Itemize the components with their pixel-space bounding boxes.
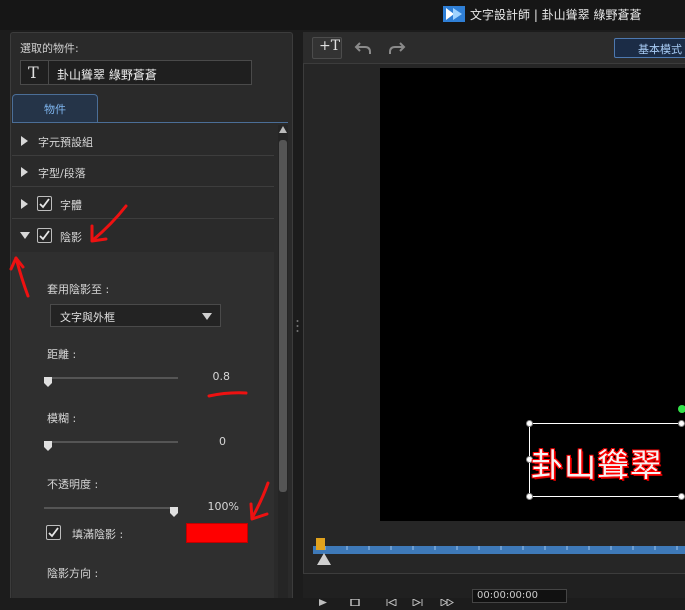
section-label: 字型/段落 xyxy=(38,167,86,180)
rotate-handle[interactable] xyxy=(678,405,685,413)
chevron-down-icon[interactable] xyxy=(202,313,212,320)
section-char-presets[interactable]: 字元預設組 xyxy=(12,125,274,156)
field-divider xyxy=(48,61,49,84)
panel-splitter-handle[interactable] xyxy=(296,318,299,334)
fast-forward-icon[interactable] xyxy=(440,591,454,610)
opacity-label: 不透明度 : xyxy=(47,478,99,491)
section-font-face[interactable]: 字體 xyxy=(12,188,274,219)
playhead-icon[interactable] xyxy=(317,553,331,565)
previous-frame-icon[interactable] xyxy=(385,591,397,610)
font-face-checkbox[interactable] xyxy=(37,196,52,211)
shadow-direction-label: 陰影方向 : xyxy=(47,567,99,580)
opacity-slider-thumb[interactable] xyxy=(170,502,178,517)
play-icon[interactable] xyxy=(318,591,328,610)
app-logo-icon xyxy=(443,6,465,22)
fill-shadow-checkbox[interactable] xyxy=(46,525,61,540)
scrollbar-thumb[interactable] xyxy=(279,140,287,492)
section-font-paragraph[interactable]: 字型/段落 xyxy=(12,156,274,187)
timeline-ticks xyxy=(324,546,678,550)
expand-arrow-icon[interactable] xyxy=(21,199,28,209)
shadow-checkbox[interactable] xyxy=(37,228,52,243)
shadow-color-swatch[interactable] xyxy=(186,523,248,543)
fill-shadow-label: 填滿陰影 : xyxy=(72,528,124,541)
collapse-arrow-icon[interactable] xyxy=(20,232,30,239)
section-shadow[interactable]: 陰影 xyxy=(12,220,274,251)
expand-arrow-icon[interactable] xyxy=(21,136,28,146)
blur-value[interactable]: 0 xyxy=(186,435,226,448)
opacity-value[interactable]: 100% xyxy=(199,500,239,513)
distance-slider-thumb[interactable] xyxy=(44,372,52,387)
add-text-icon: +T xyxy=(319,38,341,54)
stop-icon[interactable] xyxy=(350,591,360,610)
window-title: 文字設計師 | 卦山聳翠 綠野蒼蒼 xyxy=(470,8,642,22)
tab-underline xyxy=(12,122,288,123)
selected-object-label: 選取的物件: xyxy=(20,42,79,55)
redo-icon[interactable] xyxy=(388,40,406,60)
section-label: 陰影 xyxy=(60,231,82,244)
next-frame-icon[interactable] xyxy=(412,591,424,610)
section-label: 字元預設組 xyxy=(38,136,93,149)
resize-handle[interactable] xyxy=(678,420,685,427)
undo-icon[interactable] xyxy=(354,40,372,60)
timeline-marker[interactable] xyxy=(316,538,325,550)
apply-shadow-value: 文字與外框 xyxy=(60,311,115,324)
resize-handle[interactable] xyxy=(526,420,533,427)
basic-mode-label: 基本模式 xyxy=(638,43,682,56)
resize-handle[interactable] xyxy=(678,493,685,500)
distance-label: 距離 : xyxy=(47,348,77,361)
resize-handle[interactable] xyxy=(526,493,533,500)
scroll-up-icon[interactable] xyxy=(279,126,287,133)
tab-object-label: 物件 xyxy=(44,103,66,116)
expand-arrow-icon[interactable] xyxy=(21,167,28,177)
section-label: 字體 xyxy=(60,199,82,212)
time-display[interactable]: 00:00:00:00 xyxy=(472,589,567,603)
canvas-title-text[interactable]: 卦山聳翠 xyxy=(531,440,663,486)
opacity-slider-track[interactable] xyxy=(44,507,178,509)
distance-slider-track[interactable] xyxy=(44,377,178,379)
blur-slider-track[interactable] xyxy=(44,441,178,443)
blur-label: 模糊 : xyxy=(47,412,77,425)
text-object-icon: T xyxy=(28,63,39,82)
blur-slider-thumb[interactable] xyxy=(44,436,52,451)
selected-object-text: 卦山聳翠 綠野蒼蒼 xyxy=(57,68,157,82)
distance-value[interactable]: 0.8 xyxy=(190,370,231,383)
apply-shadow-label: 套用陰影至 : xyxy=(47,283,110,296)
